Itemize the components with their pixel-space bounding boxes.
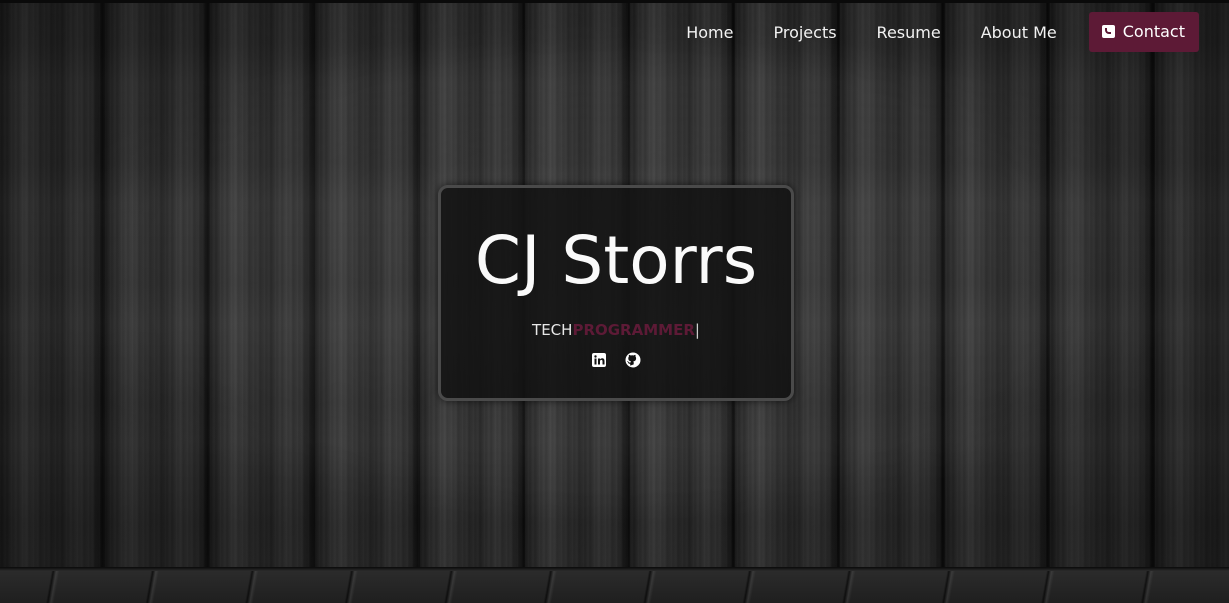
github-icon[interactable] — [625, 352, 641, 368]
hero-tagline: TECHPROGRAMMER| — [441, 320, 791, 340]
page: Home Projects Resume About Me Contact CJ… — [0, 0, 1229, 603]
nav-home[interactable]: Home — [666, 13, 753, 52]
top-nav: Home Projects Resume About Me Contact — [666, 12, 1199, 52]
linkedin-icon[interactable] — [591, 352, 607, 368]
phone-square-icon — [1101, 25, 1115, 38]
wood-floor — [0, 567, 1229, 603]
nav-projects[interactable]: Projects — [753, 13, 856, 52]
hero-name: CJ Storrs — [474, 222, 758, 299]
typing-cursor: | — [694, 321, 700, 339]
contact-button[interactable]: Contact — [1088, 12, 1199, 52]
tagline-prefix: TECH — [532, 321, 573, 339]
hero-card: CJ Storrs TECHPROGRAMMER| — [438, 185, 794, 401]
contact-button-label: Contact — [1122, 22, 1185, 41]
nav-about-me[interactable]: About Me — [961, 13, 1077, 52]
social-links — [441, 352, 791, 368]
tagline-typed-word: PROGRAMMER — [572, 321, 695, 339]
nav-resume[interactable]: Resume — [857, 13, 961, 52]
